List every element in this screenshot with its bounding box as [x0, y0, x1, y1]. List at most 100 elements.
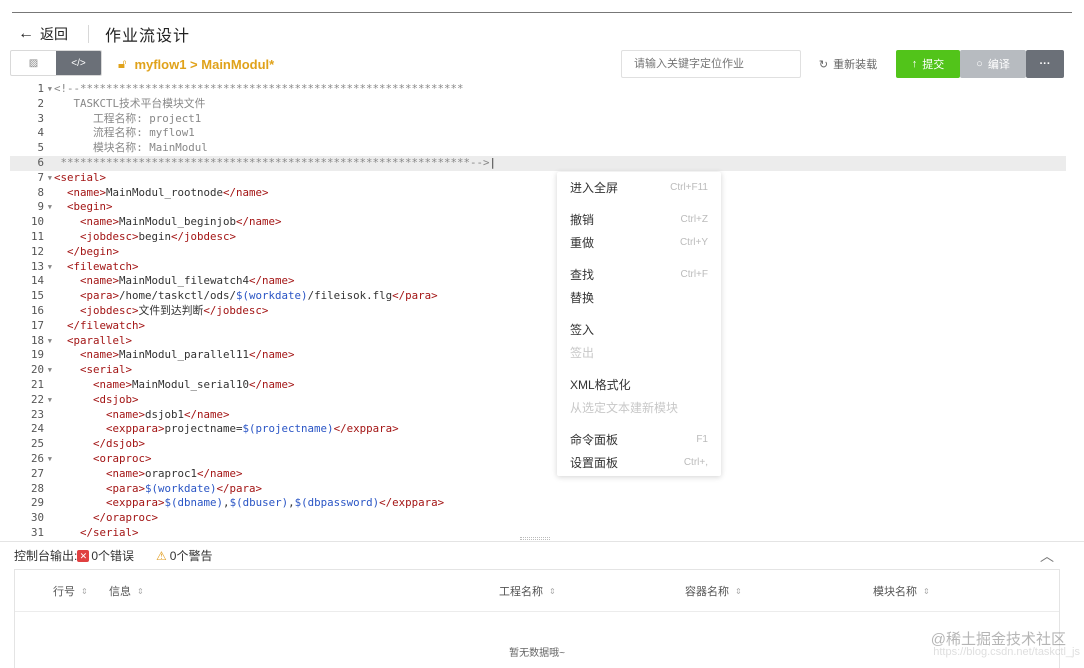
code-line[interactable]: 28 <para>$(workdate)</para> [10, 482, 1066, 497]
code-text: 流程名称: myflow1 [54, 126, 195, 141]
code-line[interactable]: 14 <name>MainModul_filewatch4</name> [10, 274, 1066, 289]
fold-arrow-icon[interactable]: ▼ [48, 452, 52, 467]
column-message[interactable]: 信息 ⇕ [109, 583, 144, 599]
code-line[interactable]: 5 模块名称: MainModul [10, 141, 1066, 156]
code-line[interactable]: 26 ▼ <oraproc> [10, 452, 1066, 467]
menu-item-label: 设置面板 [570, 455, 619, 470]
code-view-button[interactable]: </> [56, 51, 101, 75]
code-token: <parallel> [67, 333, 133, 347]
code-editor[interactable]: 1 ▼ <!--**********************************… [10, 82, 1066, 540]
menu-item[interactable]: 撤销 Ctrl+Z [557, 209, 721, 232]
fold-arrow-icon[interactable]: ▼ [48, 334, 52, 349]
chevron-up-icon[interactable]: ︿ [1040, 546, 1054, 566]
fold-arrow-icon[interactable]: ▼ [48, 171, 52, 186]
code-token: </dsjob> [93, 437, 146, 451]
code-line[interactable]: 29 <exppara>$(dbname),$(dbuser),$(dbpass… [10, 496, 1066, 511]
fold-arrow-icon[interactable]: ▼ [48, 82, 52, 97]
code-text: <name>MainModul_parallel11</name> [54, 348, 295, 363]
visual-view-button[interactable]: ▨ [11, 51, 56, 75]
code-line[interactable]: 7 ▼ <serial> [10, 171, 1066, 186]
code-line[interactable]: 2 TASKCTL技术平台模块文件 [10, 97, 1066, 112]
column-module-name[interactable]: 模块名称 ⇕ [873, 583, 930, 599]
code-line[interactable]: 11 <jobdesc>begin</jobdesc> [10, 230, 1066, 245]
code-text: <begin> [54, 200, 113, 215]
fold-arrow-icon[interactable]: ▼ [48, 260, 52, 275]
menu-item[interactable]: 替换 [557, 286, 721, 309]
compile-button[interactable]: ○ 编译 [960, 50, 1026, 78]
fold-arrow-icon[interactable]: ▼ [48, 393, 52, 408]
code-line[interactable]: 30 </oraproc> [10, 511, 1066, 526]
code-text: </dsjob> [54, 437, 145, 452]
pane-resize-handle[interactable] [520, 537, 550, 540]
code-token: </filewatch> [67, 318, 146, 332]
column-project-name[interactable]: 工程名称 ⇕ [499, 583, 556, 599]
console-label: 控制台输出: [14, 549, 78, 563]
fold-arrow-icon[interactable]: ▼ [48, 200, 52, 215]
back-label: 返回 [40, 26, 68, 42]
line-number: 5 [37, 141, 44, 155]
code-line[interactable]: 4 流程名称: myflow1 [10, 126, 1066, 141]
menu-item[interactable]: 命令面板 F1 [557, 429, 721, 452]
menu-item[interactable]: 设置面板 Ctrl+, [557, 451, 721, 474]
code-token: <para> [106, 481, 146, 495]
code-token: dsjob1 [145, 407, 185, 421]
code-text: </oraproc> [54, 511, 158, 526]
code-line[interactable]: 12 </begin> [10, 245, 1066, 260]
more-button[interactable]: ··· [1026, 50, 1064, 78]
code-line[interactable]: 1 ▼ <!--**********************************… [10, 82, 1066, 97]
code-text: <name>MainModul_beginjob</name> [54, 215, 282, 230]
code-line[interactable]: 21 <name>MainModul_serial10</name> [10, 378, 1066, 393]
code-line[interactable]: 13 ▼ <filewatch> [10, 260, 1066, 275]
code-line[interactable]: 16 <jobdesc>文件到达判断</jobdesc> [10, 304, 1066, 319]
search-input[interactable] [621, 50, 801, 78]
menu-item[interactable]: 签入 [557, 319, 721, 342]
line-number: 28 [30, 481, 44, 495]
line-number: 24 [30, 422, 44, 436]
code-line[interactable]: 6 **************************************… [10, 155, 1066, 171]
code-line[interactable]: 20 ▼ <serial> [10, 363, 1066, 378]
code-line[interactable]: 19 <name>MainModul_parallel11</name> [10, 348, 1066, 363]
menu-item-shortcut: Ctrl+, [683, 456, 708, 468]
column-label: 模块名称 [873, 586, 917, 598]
menu-item[interactable]: 重做 Ctrl+Y [557, 231, 721, 254]
line-number: 7 ▼ [37, 170, 52, 186]
back-button[interactable]: ← 返回 [18, 24, 68, 44]
code-line[interactable]: 18 ▼ <parallel> [10, 334, 1066, 349]
code-line[interactable]: 27 <name>oraproc1</name> [10, 467, 1066, 482]
code-text: <exppara>$(dbname),$(dbuser),$(dbpasswor… [54, 496, 444, 511]
line-number: 16 [30, 303, 44, 317]
code-line[interactable]: 10 <name>MainModul_beginjob</name> [10, 215, 1066, 230]
warning-count[interactable]: ⚠ 0个警告 [156, 547, 212, 564]
column-label: 信息 [109, 586, 131, 598]
sort-icon: ⇕ [735, 586, 742, 596]
menu-item[interactable]: 进入全屏 Ctrl+F11 [557, 176, 721, 199]
menu-item-shortcut: Ctrl+F11 [670, 181, 708, 193]
code-line[interactable]: 25 </dsjob> [10, 437, 1066, 452]
header-divider [88, 25, 89, 43]
code-token: $(dbpassword) [294, 496, 380, 510]
error-count[interactable]: ✕ 0个错误 [77, 547, 134, 564]
code-line[interactable]: 22 ▼ <dsjob> [10, 393, 1066, 408]
code-text: </serial> [54, 526, 139, 540]
code-line[interactable]: 23 <name>dsjob1</name> [10, 408, 1066, 423]
code-line[interactable]: 24 <exppara>projectname=$(projectname)</… [10, 422, 1066, 437]
code-line[interactable]: 3 工程名称: project1 [10, 112, 1066, 127]
code-line[interactable]: 15 <para>/home/taskctl/ods/$(workdate)/f… [10, 289, 1066, 304]
code-line[interactable]: 9 ▼ <begin> [10, 200, 1066, 215]
code-token: 文件到达判断 [138, 303, 204, 317]
reload-button[interactable]: ↻ 重新装载 [813, 50, 883, 78]
column-line-number[interactable]: 行号 ⇕ [53, 583, 88, 599]
line-number: 8 [37, 185, 44, 199]
code-token: <oraproc> [93, 451, 152, 465]
code-text: TASKCTL技术平台模块文件 [54, 97, 206, 112]
menu-item[interactable]: 查找 Ctrl+F [557, 264, 721, 287]
menu-item[interactable]: XML格式化 [557, 374, 721, 397]
submit-button[interactable]: ↑ 提交 [896, 50, 960, 78]
column-container-name[interactable]: 容器名称 ⇕ [685, 583, 742, 599]
code-line[interactable]: 17 </filewatch> [10, 319, 1066, 334]
fold-arrow-icon[interactable]: ▼ [48, 363, 52, 378]
menu-item: 签出 [557, 341, 721, 364]
code-line[interactable]: 8 <name>MainModul_rootnode</name> [10, 186, 1066, 201]
